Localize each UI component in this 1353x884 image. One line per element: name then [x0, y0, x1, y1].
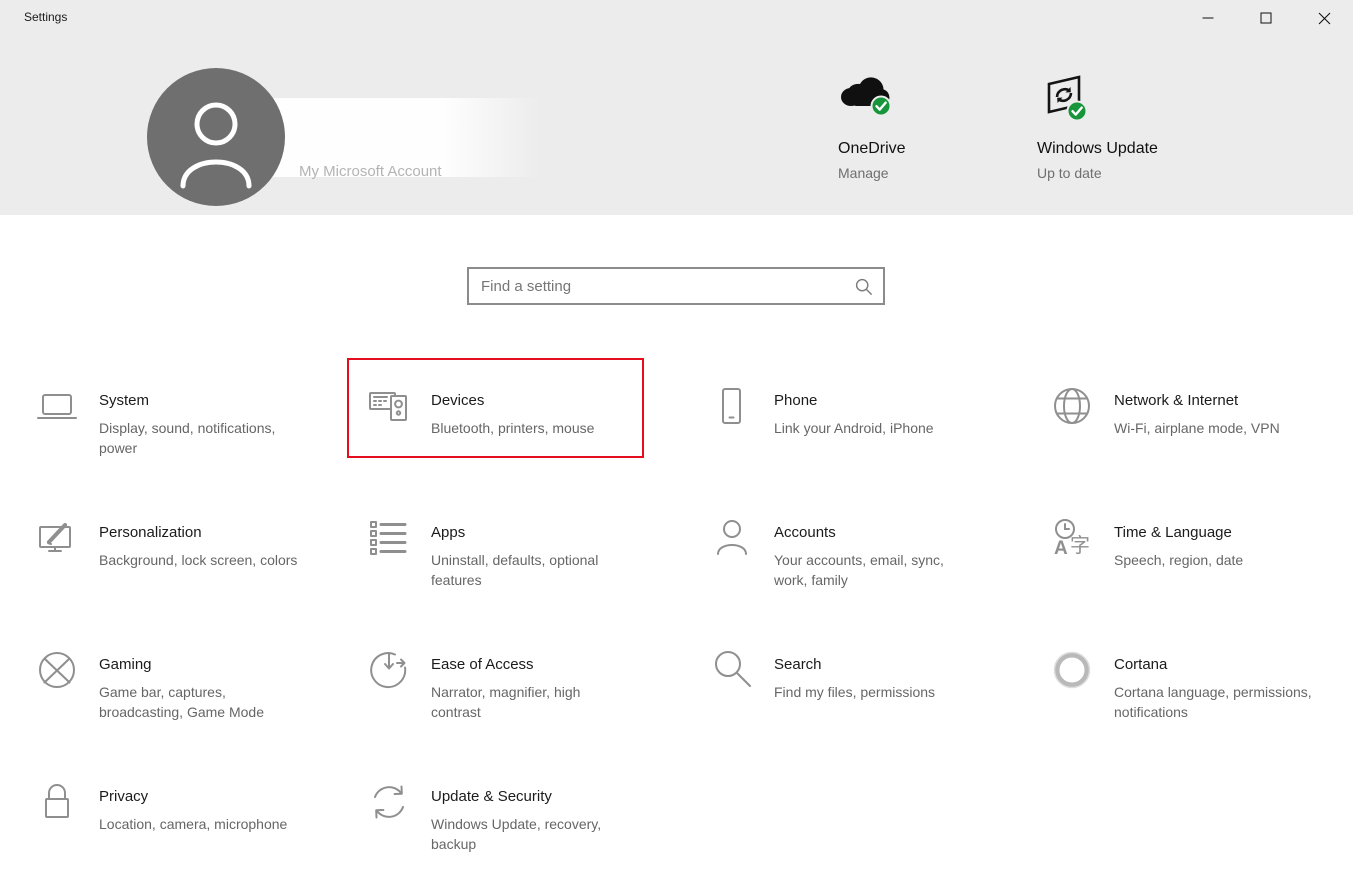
- tile-title: Time & Language: [1114, 524, 1232, 541]
- account-label[interactable]: My Microsoft Account: [299, 163, 442, 180]
- windows-update-icon: [1047, 75, 1088, 122]
- tile-accounts[interactable]: Accounts Your accounts, email, sync, wor…: [690, 490, 1030, 622]
- search-input[interactable]: [469, 269, 883, 303]
- globe-icon: [1054, 388, 1090, 424]
- sync-arrows-icon: [374, 785, 404, 819]
- tile-subtitle: Bluetooth, printers, mouse: [431, 420, 595, 436]
- tile-subtitle: Narrator, magnifier, high contrast: [431, 684, 581, 720]
- onedrive-cloud-icon: [841, 77, 892, 117]
- onedrive-status: Manage: [838, 165, 889, 181]
- svg-text:字: 字: [1070, 533, 1090, 557]
- tile-gaming[interactable]: Gaming Game bar, captures, broadcasting,…: [24, 622, 347, 754]
- tile-ease-of-access[interactable]: Ease of Access Narrator, magnifier, high…: [347, 622, 690, 754]
- time-language-icon: A 字: [1054, 519, 1090, 559]
- tile-subtitle: Speech, region, date: [1114, 552, 1244, 568]
- ease-of-access-icon: [370, 652, 407, 689]
- tile-title: Apps: [431, 524, 466, 541]
- minimize-button[interactable]: [1179, 0, 1237, 36]
- tile-privacy[interactable]: Privacy Location, camera, microphone: [24, 754, 347, 884]
- maximize-button[interactable]: [1237, 0, 1295, 36]
- person-silhouette-icon: [180, 102, 252, 189]
- laptop-icon: [37, 394, 77, 419]
- minimize-icon: [1202, 17, 1214, 19]
- tile-title: Ease of Access: [431, 656, 534, 673]
- maximize-icon: [1260, 12, 1272, 24]
- onedrive-title: OneDrive: [838, 140, 906, 157]
- tile-title: Phone: [774, 392, 818, 409]
- tile-subtitle: Location, camera, microphone: [99, 816, 288, 832]
- find-a-setting-searchbox: [467, 267, 885, 305]
- tile-subtitle: Link your Android, iPhone: [774, 420, 934, 436]
- personalization-icon: [39, 523, 71, 552]
- person-icon: [717, 520, 747, 555]
- close-icon: [1318, 12, 1330, 24]
- tile-subtitle: Uninstall, defaults, optional features: [431, 552, 599, 588]
- tile-subtitle: Background, lock screen, colors: [99, 552, 298, 568]
- tile-title: System: [99, 392, 150, 409]
- tile-subtitle: Find my files, permissions: [774, 684, 936, 700]
- settings-category-grid: System Display, sound, notifications, po…: [24, 358, 1353, 884]
- window-title: Settings: [24, 10, 68, 24]
- tile-subtitle: Game bar, captures, broadcasting, Game M…: [99, 684, 264, 720]
- quick-status-onedrive[interactable]: OneDrive Manage: [838, 72, 1058, 181]
- tile-phone[interactable]: Phone Link your Android, iPhone: [690, 358, 1030, 490]
- tile-devices[interactable]: Devices Bluetooth, printers, mouse: [347, 358, 644, 458]
- tile-title: Network & Internet: [1114, 392, 1239, 409]
- xbox-icon: [39, 652, 75, 688]
- tile-subtitle: Wi-Fi, airplane mode, VPN: [1114, 420, 1280, 436]
- tile-subtitle: Windows Update, recovery, backup: [431, 816, 602, 852]
- tile-cortana[interactable]: Cortana Cortana language, permissions, n…: [1030, 622, 1353, 754]
- phone-icon: [722, 388, 741, 424]
- tile-title: Cortana: [1114, 656, 1168, 673]
- magnifier-icon: [715, 651, 751, 687]
- windows-update-status: Up to date: [1037, 165, 1102, 181]
- tile-apps[interactable]: Apps Uninstall, defaults, optional featu…: [347, 490, 690, 622]
- tile-title: Personalization: [99, 524, 202, 541]
- tile-system[interactable]: System Display, sound, notifications, po…: [24, 358, 347, 490]
- tile-network-internet[interactable]: Network & Internet Wi-Fi, airplane mode,…: [1030, 358, 1353, 490]
- titlebar: Settings: [0, 0, 1353, 36]
- apps-list-icon: [370, 521, 407, 555]
- settings-window: My Microsoft Account OneDrive Manage Win…: [0, 0, 1353, 884]
- tile-title: Devices: [431, 392, 485, 409]
- tile-search[interactable]: Search Find my files, permissions: [690, 622, 1030, 754]
- tile-subtitle: Cortana language, permissions, notificat…: [1114, 684, 1312, 720]
- tile-subtitle: Your accounts, email, sync, work, family: [774, 552, 944, 588]
- quick-status-windows-update[interactable]: Windows Update Up to date: [1037, 72, 1257, 181]
- tile-time-language[interactable]: A 字 Time & Language Speech, region, date: [1030, 490, 1353, 622]
- svg-text:A: A: [1054, 538, 1068, 559]
- cortana-ring-icon: [1053, 651, 1091, 689]
- avatar[interactable]: [147, 68, 285, 206]
- tile-title: Privacy: [99, 788, 149, 805]
- tile-title: Update & Security: [431, 788, 552, 805]
- tile-title: Search: [774, 656, 822, 673]
- tile-subtitle: Display, sound, notifications, power: [99, 420, 276, 456]
- windows-update-title: Windows Update: [1037, 140, 1158, 157]
- lock-icon: [45, 784, 69, 818]
- tile-update-security[interactable]: Update & Security Windows Update, recove…: [347, 754, 690, 884]
- tile-personalization[interactable]: Personalization Background, lock screen,…: [24, 490, 347, 622]
- tile-title: Gaming: [99, 656, 152, 673]
- tile-title: Accounts: [774, 524, 836, 541]
- devices-icon: [369, 392, 407, 421]
- close-button[interactable]: [1295, 0, 1353, 36]
